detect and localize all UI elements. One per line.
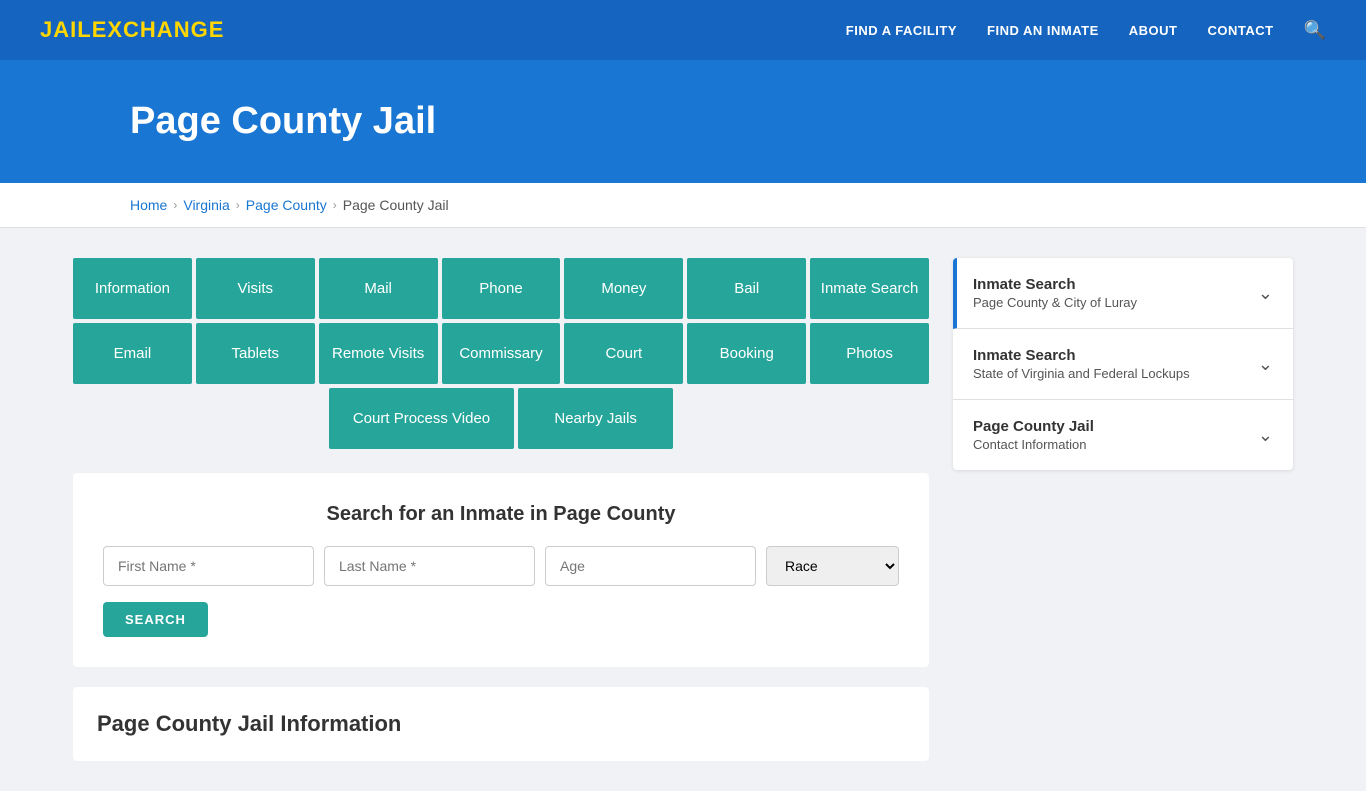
race-select[interactable]: Race bbox=[766, 546, 899, 586]
sidebar-item-inmate-search-state[interactable]: Inmate Search State of Virginia and Fede… bbox=[953, 329, 1293, 400]
page-title: Page County Jail bbox=[130, 100, 1326, 143]
sidebar-card: Inmate Search Page County & City of Lura… bbox=[953, 258, 1293, 470]
breadcrumb-sep-2: › bbox=[236, 198, 240, 212]
hero-section: Page County Jail bbox=[0, 60, 1366, 183]
btn-phone[interactable]: Phone bbox=[442, 258, 561, 319]
search-button[interactable]: SEARCH bbox=[103, 602, 208, 637]
sidebar-item-1-title: Inmate Search bbox=[973, 347, 1190, 364]
info-section: Page County Jail Information bbox=[73, 687, 929, 761]
logo-exchange: EXCHANGE bbox=[92, 17, 225, 42]
btn-email[interactable]: Email bbox=[73, 323, 192, 384]
nav-about[interactable]: ABOUT bbox=[1129, 23, 1178, 38]
age-input[interactable] bbox=[545, 546, 756, 586]
chevron-down-icon-0: ⌄ bbox=[1258, 283, 1273, 304]
main-nav: FIND A FACILITY FIND AN INMATE ABOUT CON… bbox=[846, 20, 1326, 41]
info-title: Page County Jail Information bbox=[97, 711, 905, 737]
site-header: JAILEXCHANGE FIND A FACILITY FIND AN INM… bbox=[0, 0, 1366, 60]
sidebar-item-2-subtitle: Contact Information bbox=[973, 437, 1094, 452]
search-fields: Race bbox=[103, 546, 899, 586]
btn-remote-visits[interactable]: Remote Visits bbox=[319, 323, 438, 384]
button-grid-row3: Court Process Video Nearby Jails bbox=[73, 388, 929, 449]
btn-information[interactable]: Information bbox=[73, 258, 192, 319]
breadcrumb-page-county[interactable]: Page County bbox=[246, 197, 327, 213]
btn-booking[interactable]: Booking bbox=[687, 323, 806, 384]
sidebar-item-1-subtitle: State of Virginia and Federal Lockups bbox=[973, 366, 1190, 381]
sidebar-item-inmate-search-page[interactable]: Inmate Search Page County & City of Lura… bbox=[953, 258, 1293, 329]
last-name-input[interactable] bbox=[324, 546, 535, 586]
left-content: Information Visits Mail Phone Money Bail… bbox=[73, 258, 929, 761]
btn-commissary[interactable]: Commissary bbox=[442, 323, 561, 384]
button-grid-row1: Information Visits Mail Phone Money Bail… bbox=[73, 258, 929, 319]
btn-visits[interactable]: Visits bbox=[196, 258, 315, 319]
sidebar-item-0-subtitle: Page County & City of Luray bbox=[973, 295, 1137, 310]
btn-court[interactable]: Court bbox=[564, 323, 683, 384]
nav-contact[interactable]: CONTACT bbox=[1207, 23, 1273, 38]
logo-jail: JAIL bbox=[40, 17, 92, 42]
btn-tablets[interactable]: Tablets bbox=[196, 323, 315, 384]
main-container: Information Visits Mail Phone Money Bail… bbox=[33, 258, 1333, 761]
nav-find-inmate[interactable]: FIND AN INMATE bbox=[987, 23, 1099, 38]
breadcrumb-sep-3: › bbox=[333, 198, 337, 212]
chevron-down-icon-1: ⌄ bbox=[1258, 354, 1273, 375]
button-grid-row2: Email Tablets Remote Visits Commissary C… bbox=[73, 323, 929, 384]
nav-find-facility[interactable]: FIND A FACILITY bbox=[846, 23, 957, 38]
breadcrumb-home[interactable]: Home bbox=[130, 197, 167, 213]
btn-photos[interactable]: Photos bbox=[810, 323, 929, 384]
site-logo[interactable]: JAILEXCHANGE bbox=[40, 17, 224, 43]
search-icon[interactable]: 🔍 bbox=[1304, 20, 1326, 41]
breadcrumb-virginia[interactable]: Virginia bbox=[183, 197, 229, 213]
btn-inmate-search[interactable]: Inmate Search bbox=[810, 258, 929, 319]
sidebar-item-contact-info[interactable]: Page County Jail Contact Information ⌄ bbox=[953, 400, 1293, 470]
search-box: Search for an Inmate in Page County Race… bbox=[73, 473, 929, 667]
breadcrumb: Home › Virginia › Page County › Page Cou… bbox=[0, 183, 1366, 228]
breadcrumb-current: Page County Jail bbox=[343, 197, 449, 213]
btn-money[interactable]: Money bbox=[564, 258, 683, 319]
first-name-input[interactable] bbox=[103, 546, 314, 586]
btn-court-process-video[interactable]: Court Process Video bbox=[329, 388, 514, 449]
breadcrumb-sep-1: › bbox=[173, 198, 177, 212]
btn-bail[interactable]: Bail bbox=[687, 258, 806, 319]
sidebar-item-2-title: Page County Jail bbox=[973, 418, 1094, 435]
btn-mail[interactable]: Mail bbox=[319, 258, 438, 319]
search-title: Search for an Inmate in Page County bbox=[103, 503, 899, 526]
chevron-down-icon-2: ⌄ bbox=[1258, 425, 1273, 446]
sidebar-item-0-title: Inmate Search bbox=[973, 276, 1137, 293]
btn-nearby-jails[interactable]: Nearby Jails bbox=[518, 388, 673, 449]
right-sidebar: Inmate Search Page County & City of Lura… bbox=[953, 258, 1293, 761]
